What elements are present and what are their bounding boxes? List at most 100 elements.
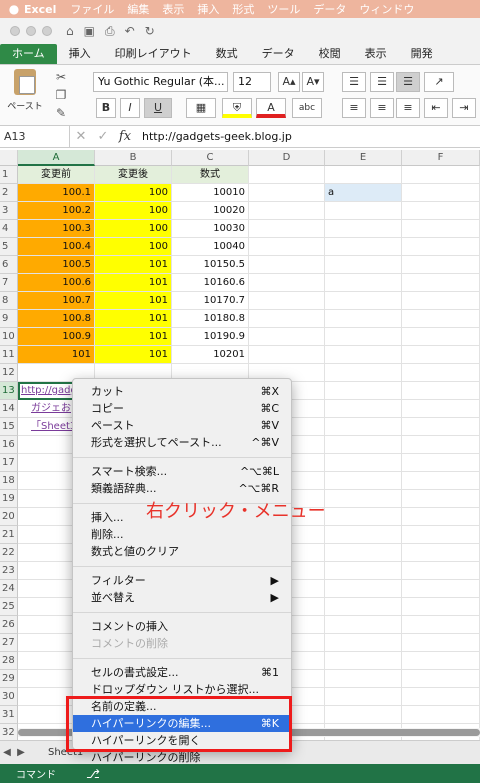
- cell-b7[interactable]: 101: [95, 274, 172, 292]
- row-header-31[interactable]: 31: [0, 706, 18, 724]
- cell-f2[interactable]: [402, 184, 480, 202]
- cell-f6[interactable]: [402, 256, 480, 274]
- cell-b5[interactable]: 100: [95, 238, 172, 256]
- cell-d7[interactable]: [249, 274, 325, 292]
- row-header-18[interactable]: 18: [0, 472, 18, 490]
- menu-item-3-1[interactable]: 並べ替え ▶: [73, 589, 291, 606]
- menu-item-0-3[interactable]: 形式を選択してペースト... ^⌘V: [73, 434, 291, 451]
- cell-e15[interactable]: [325, 418, 402, 436]
- col-header-d[interactable]: D: [249, 150, 325, 166]
- fill-color-button[interactable]: ⛨: [222, 98, 252, 118]
- align-top-button[interactable]: ☰: [342, 72, 366, 92]
- cell-a7[interactable]: 100.6: [18, 274, 95, 292]
- row-header-21[interactable]: 21: [0, 526, 18, 544]
- zoom-window-button[interactable]: [42, 26, 52, 36]
- cell-b9[interactable]: 101: [95, 310, 172, 328]
- bold-button[interactable]: B: [96, 98, 116, 118]
- minimize-window-button[interactable]: [26, 26, 36, 36]
- cell-d6[interactable]: [249, 256, 325, 274]
- cut-icon[interactable]: ✂: [52, 69, 70, 85]
- cell-d5[interactable]: [249, 238, 325, 256]
- tab-data[interactable]: データ: [250, 44, 307, 64]
- cell-f29[interactable]: [402, 670, 480, 688]
- cell-a9[interactable]: 100.8: [18, 310, 95, 328]
- cell-f12[interactable]: [402, 364, 480, 382]
- cell-d1[interactable]: [249, 166, 325, 184]
- cell-f15[interactable]: [402, 418, 480, 436]
- cell-d2[interactable]: [249, 184, 325, 202]
- cell-c5[interactable]: 10040: [172, 238, 249, 256]
- confirm-formula-icon[interactable]: ✓: [92, 129, 114, 144]
- copy-icon[interactable]: ❐: [52, 87, 70, 103]
- cell-e11[interactable]: [325, 346, 402, 364]
- cell-c8[interactable]: 10170.7: [172, 292, 249, 310]
- cell-c2[interactable]: 10010: [172, 184, 249, 202]
- tab-developer[interactable]: 開発: [399, 44, 445, 64]
- row-header-25[interactable]: 25: [0, 598, 18, 616]
- cell-d11[interactable]: [249, 346, 325, 364]
- apple-icon[interactable]: ●: [4, 2, 24, 16]
- cell-c6[interactable]: 10150.5: [172, 256, 249, 274]
- cell-e23[interactable]: [325, 562, 402, 580]
- cell-b11[interactable]: 101: [95, 346, 172, 364]
- cell-a5[interactable]: 100.4: [18, 238, 95, 256]
- row-header-30[interactable]: 30: [0, 688, 18, 706]
- menu-file[interactable]: ファイル: [70, 1, 114, 17]
- align-center-button[interactable]: ≡: [370, 98, 394, 118]
- row-header-6[interactable]: 6: [0, 256, 18, 274]
- hyperlink-text[interactable]: http://gadg: [21, 385, 77, 396]
- row-header-1[interactable]: 1: [0, 166, 18, 184]
- cell-b3[interactable]: 100: [95, 202, 172, 220]
- cell-f31[interactable]: [402, 706, 480, 724]
- cell-c7[interactable]: 10160.6: [172, 274, 249, 292]
- row-header-9[interactable]: 9: [0, 310, 18, 328]
- cell-e21[interactable]: [325, 526, 402, 544]
- paste-button[interactable]: ペースト: [6, 69, 44, 117]
- macro-record-icon[interactable]: ⎇: [86, 767, 100, 781]
- increase-indent-button[interactable]: ⇥: [452, 98, 476, 118]
- cell-b2[interactable]: 100: [95, 184, 172, 202]
- cell-b10[interactable]: 101: [95, 328, 172, 346]
- row-header-13[interactable]: 13: [0, 382, 18, 400]
- cell-f27[interactable]: [402, 634, 480, 652]
- row-header-11[interactable]: 11: [0, 346, 18, 364]
- redo-icon[interactable]: ↻: [145, 24, 155, 38]
- cell-f5[interactable]: [402, 238, 480, 256]
- row-header-7[interactable]: 7: [0, 274, 18, 292]
- cell-f11[interactable]: [402, 346, 480, 364]
- cell-e17[interactable]: [325, 454, 402, 472]
- cell-e22[interactable]: [325, 544, 402, 562]
- menu-item-0-0[interactable]: カット ⌘X: [73, 383, 291, 400]
- col-header-b[interactable]: B: [95, 150, 172, 166]
- cell-f21[interactable]: [402, 526, 480, 544]
- menu-tools[interactable]: ツール: [267, 1, 300, 17]
- col-header-c[interactable]: C: [172, 150, 249, 166]
- cell-a1[interactable]: 変更前: [18, 166, 95, 184]
- cell-f14[interactable]: [402, 400, 480, 418]
- cell-f8[interactable]: [402, 292, 480, 310]
- cell-b1[interactable]: 変更後: [95, 166, 172, 184]
- align-middle-button[interactable]: ☰: [370, 72, 394, 92]
- font-color-button[interactable]: A: [256, 98, 286, 118]
- cell-d3[interactable]: [249, 202, 325, 220]
- menu-item-1-0[interactable]: スマート検索... ^⌥⌘L: [73, 463, 291, 480]
- menu-item-0-1[interactable]: コピー ⌘C: [73, 400, 291, 417]
- close-window-button[interactable]: [10, 26, 20, 36]
- cell-f17[interactable]: [402, 454, 480, 472]
- row-header-4[interactable]: 4: [0, 220, 18, 238]
- cell-a4[interactable]: 100.3: [18, 220, 95, 238]
- cell-a10[interactable]: 100.9: [18, 328, 95, 346]
- cell-f18[interactable]: [402, 472, 480, 490]
- cell-a8[interactable]: 100.7: [18, 292, 95, 310]
- cell-f7[interactable]: [402, 274, 480, 292]
- cell-b8[interactable]: 101: [95, 292, 172, 310]
- tab-insert[interactable]: 挿入: [57, 44, 103, 64]
- cell-c4[interactable]: 10030: [172, 220, 249, 238]
- align-left-button[interactable]: ≡: [342, 98, 366, 118]
- tab-formulas[interactable]: 数式: [204, 44, 250, 64]
- cell-e4[interactable]: [325, 220, 402, 238]
- cell-e27[interactable]: [325, 634, 402, 652]
- cell-f24[interactable]: [402, 580, 480, 598]
- menu-insert[interactable]: 挿入: [197, 1, 219, 17]
- row-header-26[interactable]: 26: [0, 616, 18, 634]
